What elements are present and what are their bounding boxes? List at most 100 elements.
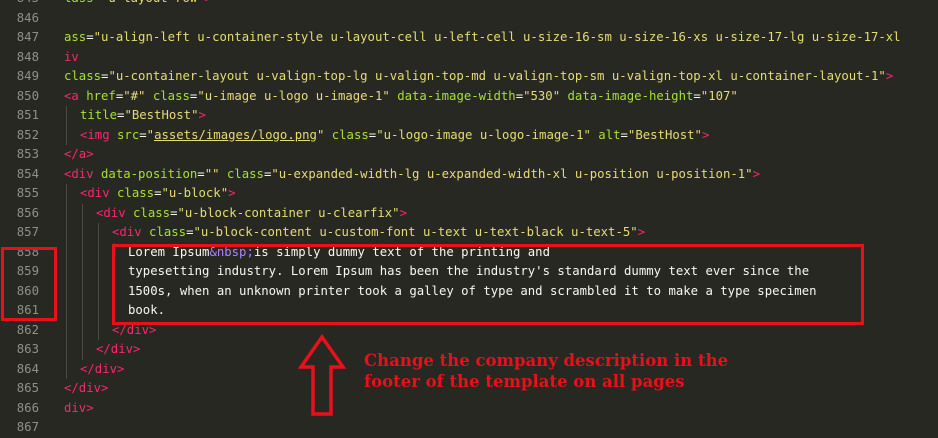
indent-guide — [98, 281, 99, 301]
code-token: = — [86, 30, 94, 44]
code-token: "u-align-left u-container-style u-layout… — [93, 30, 901, 44]
indent-guide — [98, 242, 99, 262]
code-token: = — [94, 0, 101, 5]
indent-guide — [66, 223, 67, 243]
line-number: 850 — [16, 88, 39, 103]
line-number: 853 — [16, 147, 39, 161]
code-token: </div> — [80, 361, 125, 376]
code-token: class — [331, 127, 369, 142]
code-line[interactable]: 853 </a> — [0, 145, 938, 165]
code-line[interactable]: 852 <img src="assets/images/logo.png" cla… — [0, 125, 938, 146]
code-token: "BestHost" — [124, 108, 199, 122]
code-token: iv — [64, 49, 79, 64]
code-token: "107" — [700, 88, 738, 103]
indent-guide — [98, 320, 99, 340]
code-text: class="u-container-layout u-valign-top-l… — [64, 67, 893, 87]
code-line[interactable]: 866 div> — [0, 399, 938, 419]
annotation-line-2: footer of the template on all pages — [364, 372, 685, 391]
code-token: "u-block-container u-clearfix" — [177, 205, 400, 220]
line-number: 864 — [16, 361, 39, 376]
code-token: data-position — [101, 166, 198, 181]
code-token: > — [885, 69, 894, 83]
highlight-line-numbers-box — [1, 247, 57, 321]
code-line[interactable]: 846 — [0, 9, 938, 29]
code-token: alt — [598, 127, 621, 142]
code-text: <div class="u-block"> — [80, 184, 236, 204]
indent-guide — [82, 281, 83, 301]
indent-guide — [82, 223, 83, 243]
annotation-text: Change the company description in the fo… — [364, 350, 784, 392]
code-token: lass — [64, 0, 94, 5]
line-number: 845 — [0, 0, 39, 9]
code-token: "u-layout-row" — [101, 0, 205, 5]
code-token: </div> — [64, 381, 109, 395]
indent-guide — [82, 320, 83, 340]
code-token: class — [149, 225, 187, 239]
code-token: = — [693, 88, 701, 103]
line-number: 854 — [16, 166, 39, 181]
code-text: </div> — [80, 360, 124, 380]
indent-guide — [66, 125, 67, 145]
indent-guide — [66, 359, 67, 379]
code-token: "u-container-layout u-valign-top-lg u-va… — [108, 69, 886, 83]
code-line[interactable]: 850 <a href = "#" class = "u-image u-logo u-i… — [0, 87, 938, 107]
code-text: <div class="u-block-container u-clearfix… — [96, 204, 407, 224]
line-number: 849 — [16, 69, 39, 83]
code-line[interactable]: 867 — [0, 418, 938, 438]
code-token: href — [86, 88, 116, 103]
indent-guide — [66, 106, 67, 126]
code-text: div> — [64, 399, 94, 419]
line-number: 863 — [16, 342, 39, 356]
code-line[interactable]: 855 <div class="u-block"> — [0, 184, 938, 204]
code-token: "BestHost" — [627, 127, 702, 142]
indent-guide — [66, 320, 67, 340]
code-token: </div> — [96, 342, 141, 356]
code-token: > — [752, 166, 760, 181]
indent-guide — [66, 262, 67, 282]
code-line[interactable]: 856 <div class="u-block-container u-clear… — [0, 203, 938, 224]
line-number: 866 — [16, 400, 39, 415]
indent-guide — [66, 281, 67, 301]
line-number: 855 — [16, 186, 39, 200]
highlight-description-box — [112, 244, 864, 325]
indent-guide — [82, 262, 83, 282]
code-text: <div class="u-block-content u-custom-fon… — [112, 223, 645, 243]
code-token: > — [228, 186, 236, 200]
code-token: class — [152, 88, 190, 103]
annotation-line-1: Change the company description in the — [364, 351, 729, 370]
indent-guide — [98, 301, 99, 321]
line-number: 867 — [16, 420, 39, 434]
code-text: ass="u-align-left u-container-style u-la… — [64, 28, 901, 48]
code-token: "u-image u-logo u-image-1" — [197, 88, 390, 103]
code-text: <div data-position="" class="u-expanded-… — [64, 165, 760, 185]
line-number: 848 — [16, 49, 39, 64]
code-line[interactable]: 854 <div data-position="" class="u-expand… — [0, 165, 938, 185]
code-token: "u-block-content u-custom-font u-text u-… — [193, 225, 638, 239]
code-token: = — [139, 127, 147, 142]
code-line[interactable]: 849 class="u-container-layout u-valign-to… — [0, 67, 938, 87]
line-number: 865 — [16, 381, 39, 395]
code-token: = — [197, 166, 205, 181]
code-text: lass="u-layout-row"> — [64, 0, 212, 9]
code-line[interactable]: 847 ass="u-align-left u-container-style u… — [0, 28, 938, 48]
line-number: 847 — [16, 30, 39, 44]
indent-guide — [82, 242, 83, 262]
code-line[interactable]: 857 <div class="u-block-content u-custom-… — [0, 223, 938, 243]
code-line[interactable]: 848 iv — [0, 48, 938, 68]
code-token: "530" — [523, 88, 561, 103]
code-token: <img — [80, 127, 118, 142]
code-token: > — [399, 205, 407, 220]
code-token: div> — [64, 400, 94, 415]
code-token: title — [80, 108, 118, 122]
code-line[interactable]: 851 title="BestHost"> — [0, 106, 938, 126]
indent-guide — [66, 203, 67, 223]
code-token: data-image-height — [567, 88, 694, 103]
code-token: > — [637, 225, 646, 239]
code-line[interactable]: 845 lass="u-layout-row"> — [0, 0, 938, 9]
code-text: <img src="assets/images/logo.png" class=… — [80, 126, 709, 146]
code-token: > — [701, 127, 710, 142]
indent-guide — [66, 242, 67, 262]
code-text: title="BestHost"> — [80, 106, 206, 126]
